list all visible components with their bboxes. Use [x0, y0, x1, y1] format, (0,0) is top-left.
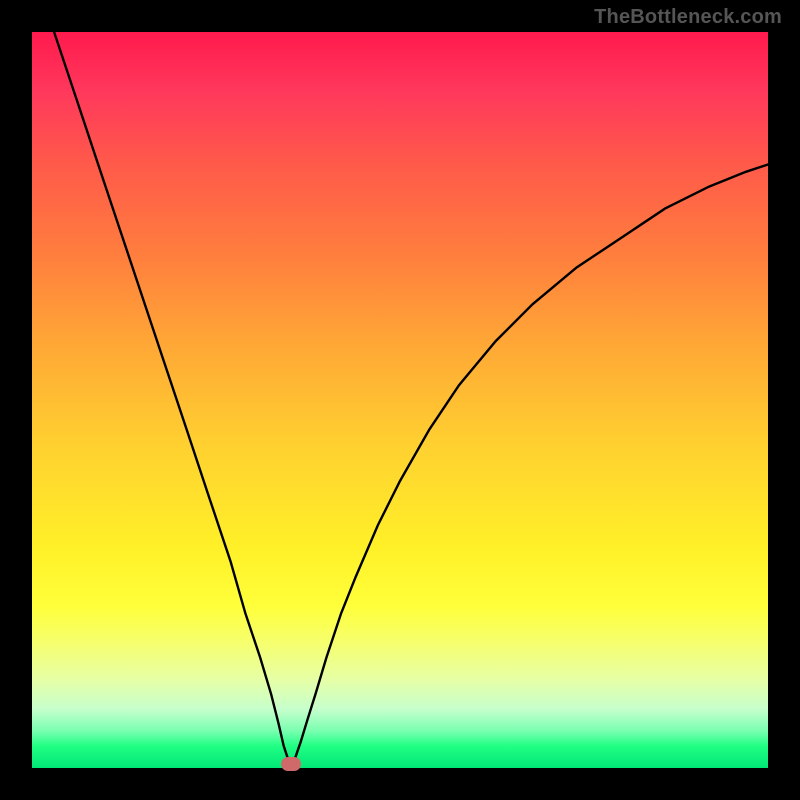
plot-area — [32, 32, 768, 768]
chart-frame: TheBottleneck.com — [0, 0, 800, 800]
watermark-text: TheBottleneck.com — [594, 6, 782, 29]
optimal-point-marker — [281, 757, 301, 771]
